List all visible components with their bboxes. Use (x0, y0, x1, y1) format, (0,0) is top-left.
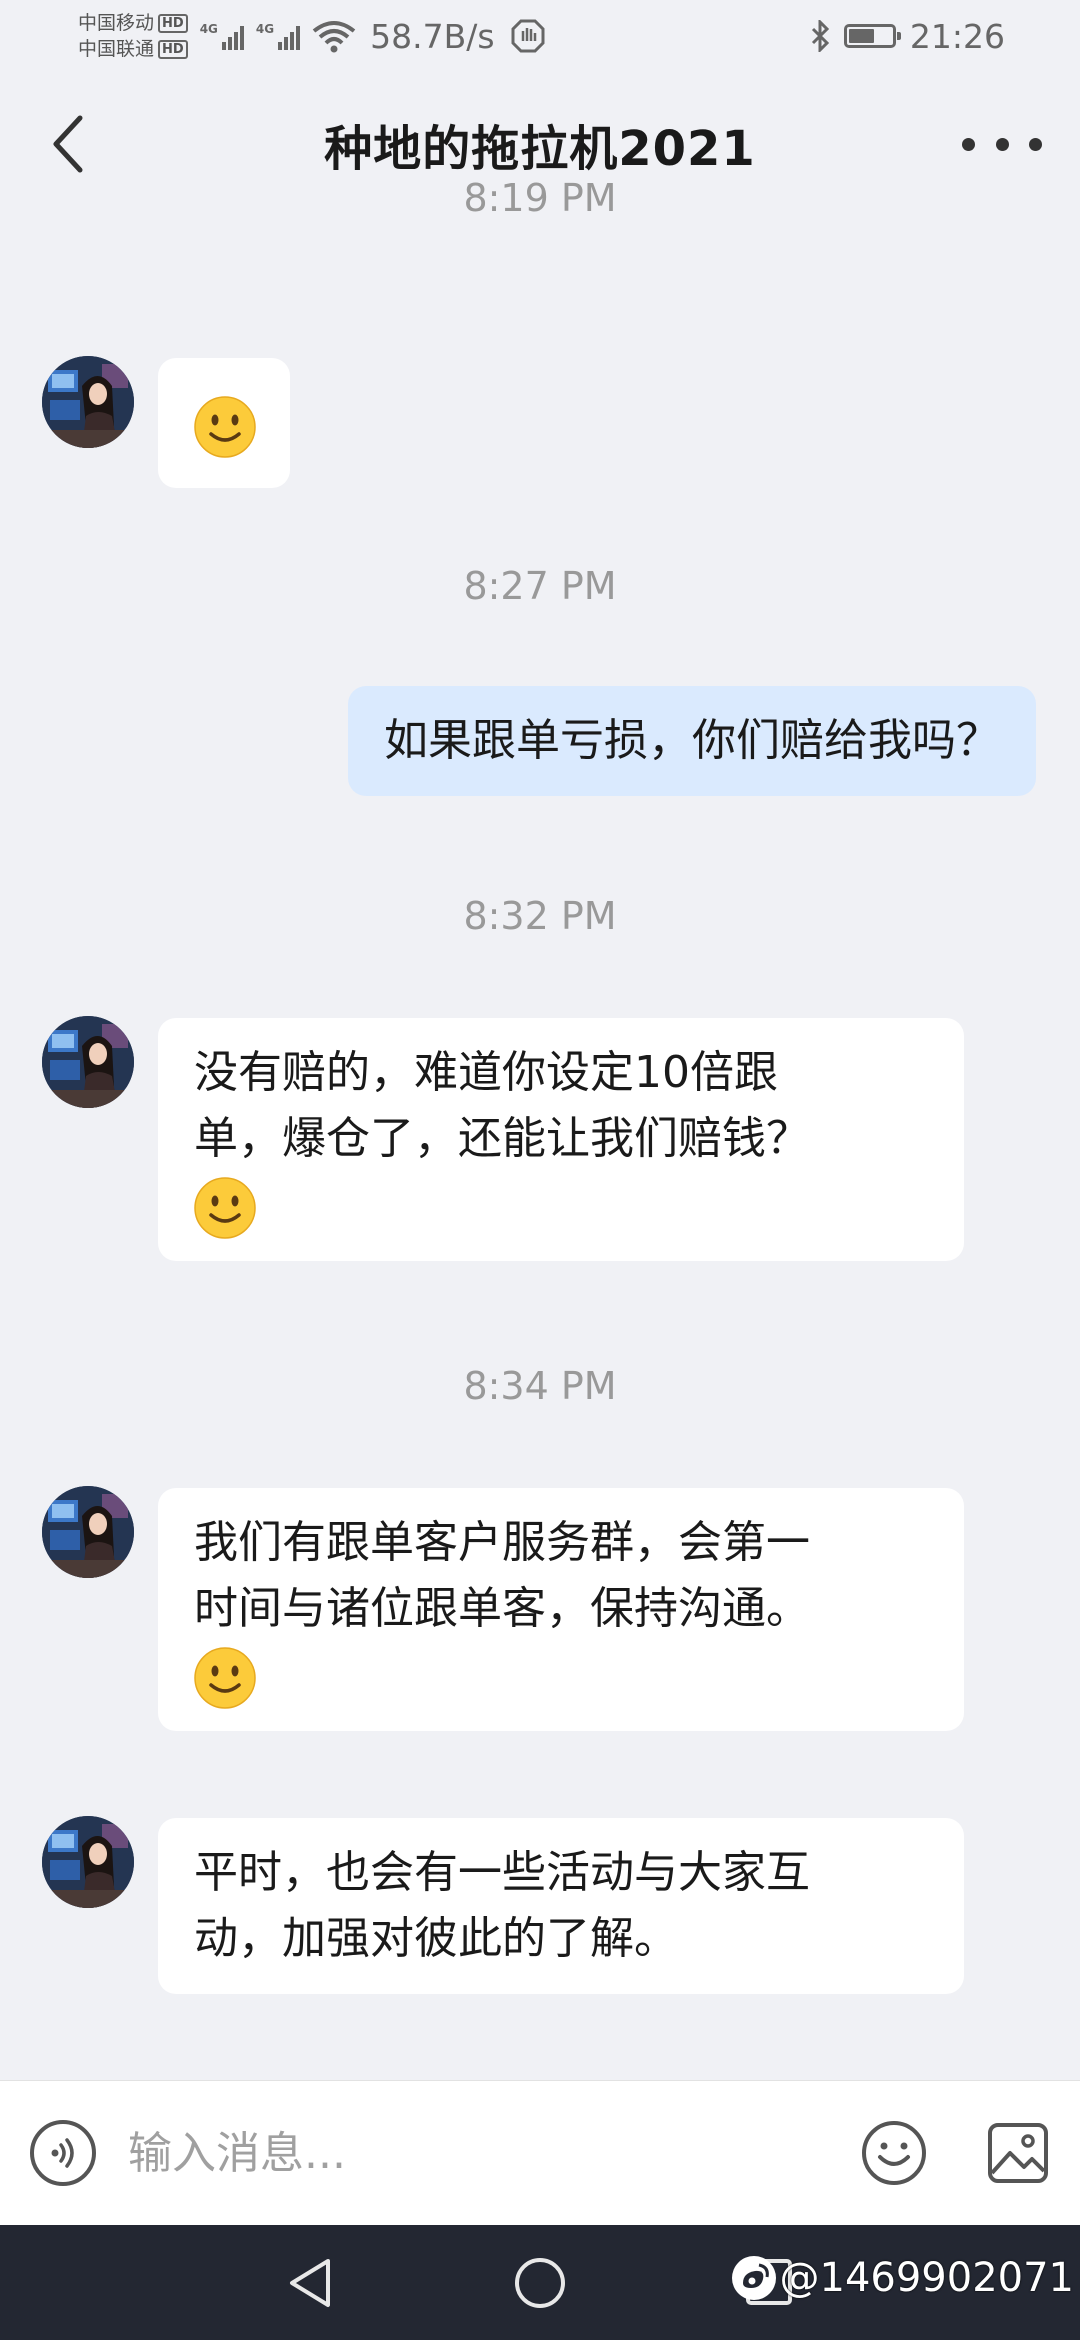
smiley-face-icon (862, 2121, 926, 2185)
back-button[interactable] (36, 112, 100, 176)
message-timestamp: 8:32 PM (463, 894, 617, 938)
weibo-logo-icon (731, 2256, 776, 2300)
message-bubble-received[interactable]: 平时，也会有一些活动与大家互 动，加强对彼此的了解。 (158, 1818, 964, 1994)
avatar[interactable] (42, 1486, 134, 1578)
avatar[interactable] (42, 1816, 134, 1908)
signal-icon-2: 4G (256, 22, 301, 50)
message-text-line: 平时，也会有一些活动与大家互 (194, 1847, 810, 1898)
message-bubble-received[interactable]: 我们有跟单客户服务群，会第一 时间与诸位跟单客，保持沟通。 (158, 1488, 964, 1731)
message-text-line: 单，爆仓了，还能让我们赔钱？ (194, 1113, 810, 1164)
message-bubble-sent[interactable]: 如果跟单亏损，你们赔给我吗？ (348, 686, 1036, 796)
nav-back-button[interactable] (282, 2255, 338, 2311)
net-speed: 58.7B/s (370, 16, 495, 56)
circle-home-icon (515, 2258, 565, 2308)
system-nav-bar: @1469902071 (0, 2225, 1080, 2340)
message-text-line: 我们有跟单客户服务群，会第一 (194, 1517, 810, 1568)
message-timestamp: 8:27 PM (463, 564, 617, 608)
message-timestamp: 8:34 PM (463, 1364, 617, 1408)
chevron-left-icon (53, 115, 83, 173)
message-text-line: 动，加强对彼此的了解。 (194, 1913, 678, 1964)
message-bubble-received[interactable]: 没有赔的，难道你设定10倍跟 单，爆仓了，还能让我们赔钱？ (158, 1018, 964, 1261)
smile-emoji-icon (194, 396, 256, 458)
carrier-1: 中国移动 (78, 12, 155, 34)
hd-badge-2: HD (158, 39, 188, 59)
message-input-bar (0, 2080, 1080, 2225)
message-text-line: 时间与诸位跟单客，保持沟通。 (194, 1583, 810, 1634)
message-text: 如果跟单亏损，你们赔给我吗？ (384, 715, 1000, 766)
smile-emoji-icon (194, 1177, 256, 1239)
more-dot-icon (995, 137, 1009, 151)
chat-area[interactable]: 8:19 PM 8:27 PM 如果跟单亏损，你们赔给我吗？ 8:32 PM 没… (0, 176, 1080, 2080)
carrier-2: 中国联通 (78, 38, 155, 60)
bluetooth-icon (811, 20, 830, 52)
hand-icon (511, 19, 545, 53)
clock: 21:26 (909, 16, 1005, 56)
avatar[interactable] (42, 1016, 134, 1108)
message-timestamp: 8:19 PM (463, 176, 617, 220)
chat-title: 种地的拖拉机2021 (324, 121, 756, 177)
status-left: 中国移动 HD 中国联通 HD 4G 4G 58.7B/s (78, 10, 545, 62)
avatar[interactable] (42, 356, 134, 448)
image-picker-button[interactable] (986, 2121, 1050, 2185)
message-bubble-received[interactable] (158, 358, 290, 488)
battery-icon (843, 24, 901, 48)
smile-emoji-icon (194, 1647, 256, 1709)
watermark-text: @1469902071 (779, 2255, 1075, 2301)
more-dot-icon (962, 137, 975, 151)
watermark: @1469902071 (731, 2255, 1075, 2301)
emoji-button[interactable] (860, 2119, 928, 2187)
carrier-info: 中国移动 HD 中国联通 HD (78, 10, 188, 62)
message-input[interactable] (96, 2108, 860, 2198)
more-options-button[interactable] (962, 122, 1042, 166)
more-dot-icon (1029, 137, 1042, 151)
image-icon (988, 2123, 1048, 2183)
sound-wave-icon (51, 2138, 74, 2168)
wifi-icon (312, 21, 356, 53)
nav-home-button[interactable] (512, 2255, 568, 2311)
voice-input-button[interactable] (30, 2120, 96, 2186)
hd-badge-1: HD (158, 13, 188, 33)
status-bar: 中国移动 HD 中国联通 HD 4G 4G 58.7B/s 21:26 (0, 0, 1080, 72)
status-right: 21:26 (810, 17, 1005, 56)
signal-icon-1: 4G (200, 22, 244, 50)
triangle-back-icon (290, 2259, 330, 2307)
message-text-line: 没有赔的，难道你设定10倍跟 (194, 1047, 778, 1098)
